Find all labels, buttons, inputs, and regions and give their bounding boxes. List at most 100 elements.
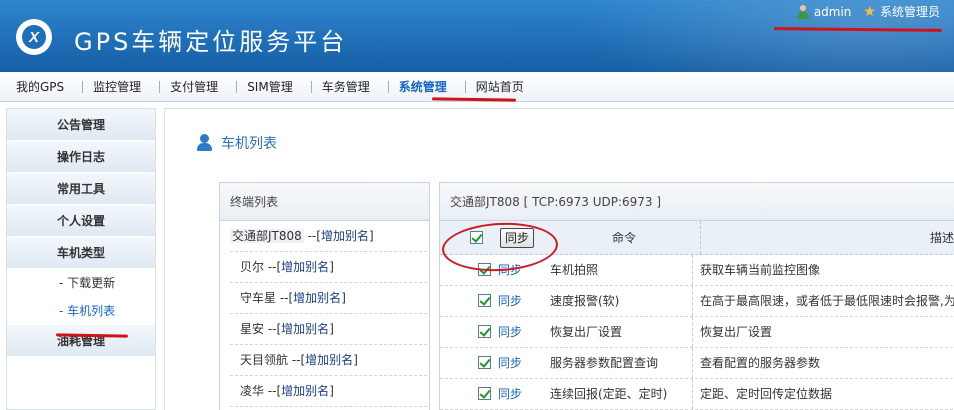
nav-separator <box>310 80 312 93</box>
command-description: 获取车辆当前监控图像 <box>700 263 821 277</box>
terminal-list-panel: 终端列表 交通部JT808 --[增加别名] 贝尔 --[增加别名] 守车星 -… <box>219 182 430 410</box>
alias-bracket: --[ <box>264 322 282 336</box>
nav-vehicle[interactable]: 车务管理 <box>314 78 386 95</box>
nav-separator <box>236 80 238 93</box>
add-alias-link[interactable]: 增加别名 <box>293 291 341 305</box>
row-checkbox[interactable] <box>478 294 491 307</box>
column-header-description: 描述 <box>930 231 954 245</box>
sidebar: 公告管理 操作日志 常用工具 个人设置 车机类型 - 下载更新 - 车机列表 油… <box>6 108 156 410</box>
alias-bracket: --[ <box>303 229 321 243</box>
add-alias-link[interactable]: 增加别名 <box>281 260 329 274</box>
command-description: 恢复出厂设置 <box>700 325 773 339</box>
column-header-command: 命令 <box>612 231 637 245</box>
sidebar-sub-download[interactable]: - 下载更新 <box>7 269 155 297</box>
command-panel-header: 交通部JT808 [ TCP:6973 UDP:6973 ] <box>440 183 954 221</box>
sidebar-item-tools[interactable]: 常用工具 <box>7 173 155 205</box>
user-account[interactable]: admin <box>796 4 852 19</box>
logo-x-icon: X <box>22 25 46 49</box>
user-icon <box>796 4 810 19</box>
nav-payment[interactable]: 支付管理 <box>162 78 234 95</box>
sync-link[interactable]: 同步 <box>498 348 522 379</box>
alias-bracket: ] <box>329 322 334 336</box>
sidebar-item-fuel[interactable]: 油耗管理 <box>7 325 155 357</box>
command-description: 定距、定时回传定位数据 <box>700 387 833 401</box>
command-description: 在高于最高限速，或者低于最低限速时会报警,为 <box>700 294 954 308</box>
command-panel: 交通部JT808 [ TCP:6973 UDP:6973 ] 同步 命令 描述 … <box>439 182 954 410</box>
command-name: 车机拍照 <box>550 263 599 277</box>
app-header: X GPS车辆定位服务平台 admin ★ 系统管理员 <box>0 0 954 72</box>
command-row: 同步 速度报警(软) 在高于最高限速，或者低于最低限速时会报警,为 <box>440 286 954 317</box>
column-divider <box>692 379 693 409</box>
sidebar-item-oplog[interactable]: 操作日志 <box>7 141 155 173</box>
column-divider <box>692 255 693 285</box>
nav-separator <box>464 80 466 93</box>
command-description: 查看配置的服务器参数 <box>700 356 821 370</box>
column-divider <box>692 317 693 347</box>
role-label: 系统管理员 <box>879 5 940 19</box>
command-row: 同步 服务器参数配置查询 查看配置的服务器参数 <box>440 348 954 379</box>
alias-bracket: ] <box>353 353 358 367</box>
column-divider <box>692 348 693 378</box>
alias-bracket: ] <box>329 384 334 398</box>
terminal-row[interactable]: 星安 --[增加别名] <box>230 314 427 345</box>
terminal-name[interactable]: 天目领航 <box>240 353 288 367</box>
user-role[interactable]: ★ 系统管理员 <box>863 3 940 20</box>
row-checkbox[interactable] <box>478 387 491 400</box>
add-alias-link[interactable]: 增加别名 <box>281 384 329 398</box>
terminal-name[interactable]: 贝尔 <box>240 260 264 274</box>
alias-bracket: ] <box>368 229 374 243</box>
command-name: 恢复出厂设置 <box>550 325 623 339</box>
terminal-name[interactable]: 凌华 <box>240 384 264 398</box>
star-icon: ★ <box>863 3 876 20</box>
column-divider <box>700 221 701 254</box>
app-title: GPS车辆定位服务平台 <box>74 28 348 56</box>
terminal-list-header: 终端列表 <box>220 183 429 221</box>
terminal-row[interactable]: 交通部JT808 --[增加别名] <box>230 221 427 252</box>
row-checkbox[interactable] <box>478 325 491 338</box>
terminal-name[interactable]: 交通部JT808 <box>230 229 304 243</box>
nav-system[interactable]: 系统管理 <box>391 78 463 95</box>
add-alias-link[interactable]: 增加别名 <box>321 229 369 243</box>
username: admin <box>813 4 852 19</box>
user-area: admin ★ 系统管理员 <box>796 3 940 20</box>
user-list-icon <box>197 134 215 152</box>
terminal-row[interactable]: 天目领航 --[增加别名] <box>230 345 427 376</box>
terminal-row[interactable]: 贝尔 --[增加别名] <box>230 252 427 283</box>
page-title-text: 车机列表 <box>221 136 277 152</box>
alias-bracket: --[ <box>288 353 306 367</box>
command-row: 同步 恢复出厂设置 恢复出厂设置 <box>440 317 954 348</box>
alias-bracket: --[ <box>276 291 294 305</box>
nav-my-gps[interactable]: 我的GPS <box>8 78 80 95</box>
sidebar-item-device-type[interactable]: 车机类型 <box>7 237 155 269</box>
nav-separator <box>82 80 84 93</box>
nav-separator <box>159 80 161 93</box>
alias-bracket: --[ <box>264 384 282 398</box>
sync-link[interactable]: 同步 <box>498 317 522 348</box>
terminal-row[interactable]: 守车星 --[增加别名] <box>230 283 427 314</box>
nav-home[interactable]: 网站首页 <box>468 78 540 95</box>
column-divider <box>692 286 693 316</box>
nav-sim[interactable]: SIM管理 <box>239 78 309 95</box>
terminal-name[interactable]: 守车星 <box>240 291 276 305</box>
sidebar-item-personal[interactable]: 个人设置 <box>7 205 155 237</box>
main-content: 车机列表 终端列表 交通部JT808 --[增加别名] 贝尔 --[增加别名] … <box>164 108 954 410</box>
add-alias-link[interactable]: 增加别名 <box>281 322 329 336</box>
sidebar-item-notice[interactable]: 公告管理 <box>7 109 155 141</box>
terminal-row[interactable]: 凌华 --[增加别名] <box>230 376 427 407</box>
page-title: 车机列表 <box>197 133 277 153</box>
nav-monitor[interactable]: 监控管理 <box>85 78 157 95</box>
terminal-name[interactable]: 星安 <box>240 322 264 336</box>
command-name: 速度报警(软) <box>550 294 620 308</box>
sync-link[interactable]: 同步 <box>498 379 522 410</box>
alias-bracket: ] <box>341 291 346 305</box>
command-name: 服务器参数配置查询 <box>550 356 659 370</box>
app-logo: X <box>16 19 52 55</box>
command-row: 同步 连续回报(定距、定时) 定距、定时回传定位数据 <box>440 379 954 410</box>
alias-bracket: ] <box>329 260 334 274</box>
add-alias-link[interactable]: 增加别名 <box>305 353 353 367</box>
alias-bracket: --[ <box>264 260 282 274</box>
sync-link[interactable]: 同步 <box>498 286 522 317</box>
nav-separator <box>387 80 389 93</box>
sidebar-sub-device-list[interactable]: - 车机列表 <box>7 297 155 325</box>
row-checkbox[interactable] <box>478 356 491 369</box>
